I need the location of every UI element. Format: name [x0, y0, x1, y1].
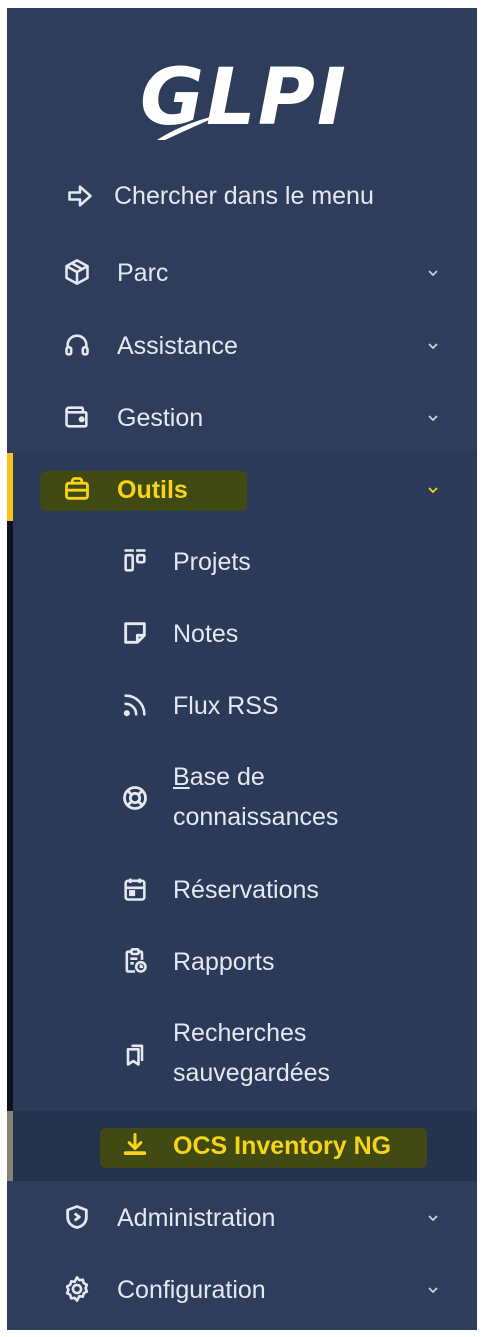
submenu-item-rss[interactable]: Flux RSS [7, 686, 477, 726]
box-icon [62, 257, 92, 287]
chevron-down-icon [428, 487, 438, 494]
submenu-item-projets[interactable]: Projets [7, 542, 477, 582]
search-menu-item[interactable]: Chercher dans le menu [7, 176, 477, 216]
search-menu-label: Chercher dans le menu [114, 182, 374, 210]
rss-icon [120, 690, 150, 720]
submenu-item-label: Réservations [173, 876, 319, 904]
submenu-item-label: OCS Inventory NG [173, 1132, 392, 1160]
menu-item-assistance[interactable]: Assistance [7, 326, 477, 366]
shield-icon [62, 1202, 92, 1232]
submenu-item-label-line2: sauvegardées [173, 1059, 331, 1087]
menu-item-label: Outils [117, 476, 188, 504]
submenu-item-label-line1: Recherches [173, 1019, 307, 1047]
calendar-icon [120, 874, 150, 904]
chevron-down-icon [428, 1215, 438, 1222]
logo-swoosh-icon [157, 114, 223, 140]
submenu-item-label: Rapports [173, 948, 275, 976]
menu-item-configuration[interactable]: Configuration [7, 1270, 477, 1310]
chevron-down-icon [428, 1287, 438, 1294]
menu-item-outils[interactable]: Outils [7, 470, 477, 510]
menu-item-label: Gestion [117, 404, 204, 432]
submenu-item-label: Flux RSS [173, 692, 279, 720]
submenu-item-label: Projets [173, 548, 251, 576]
submenu-item-ocs-inventory[interactable]: OCS Inventory NG [7, 1126, 477, 1166]
sticky-note-icon [120, 618, 150, 648]
report-icon [120, 946, 150, 976]
menu-item-label: Parc [117, 259, 169, 287]
chevron-down-icon [428, 415, 438, 422]
submenu-item-knowledge-base[interactable]: Base de connaissances [7, 758, 477, 838]
kanban-icon [120, 546, 150, 576]
submenu-item-label: Notes [173, 620, 239, 648]
submenu-item-label-line2: connaissances [173, 803, 339, 831]
download-icon [120, 1130, 150, 1160]
bookmarks-icon [120, 1039, 150, 1069]
arrow-right-icon [65, 181, 95, 211]
menu-item-gestion[interactable]: Gestion [7, 398, 477, 438]
glpi-logo[interactable]: GLPI [7, 48, 477, 148]
headset-icon [62, 330, 92, 360]
menu-item-parc[interactable]: Parc [7, 253, 477, 293]
gear-icon [62, 1274, 92, 1304]
submenu-item-label-line1: Base de [173, 763, 265, 791]
lifebuoy-icon [120, 783, 150, 813]
submenu-item-rapports[interactable]: Rapports [7, 942, 477, 982]
menu-item-label: Administration [117, 1204, 276, 1232]
sidebar: GLPI Chercher dans le menu Parc Assistan… [7, 8, 477, 1330]
chevron-down-icon [428, 270, 438, 277]
briefcase-icon [62, 474, 92, 504]
wallet-icon [62, 402, 92, 432]
submenu-item-notes[interactable]: Notes [7, 614, 477, 654]
menu-item-label: Assistance [117, 332, 238, 360]
submenu-item-reservations[interactable]: Réservations [7, 870, 477, 910]
menu-item-administration[interactable]: Administration [7, 1198, 477, 1238]
chevron-down-icon [428, 343, 438, 350]
submenu-item-saved-searches[interactable]: Recherches sauvegardées [7, 1014, 477, 1094]
menu-item-label: Configuration [117, 1276, 266, 1304]
